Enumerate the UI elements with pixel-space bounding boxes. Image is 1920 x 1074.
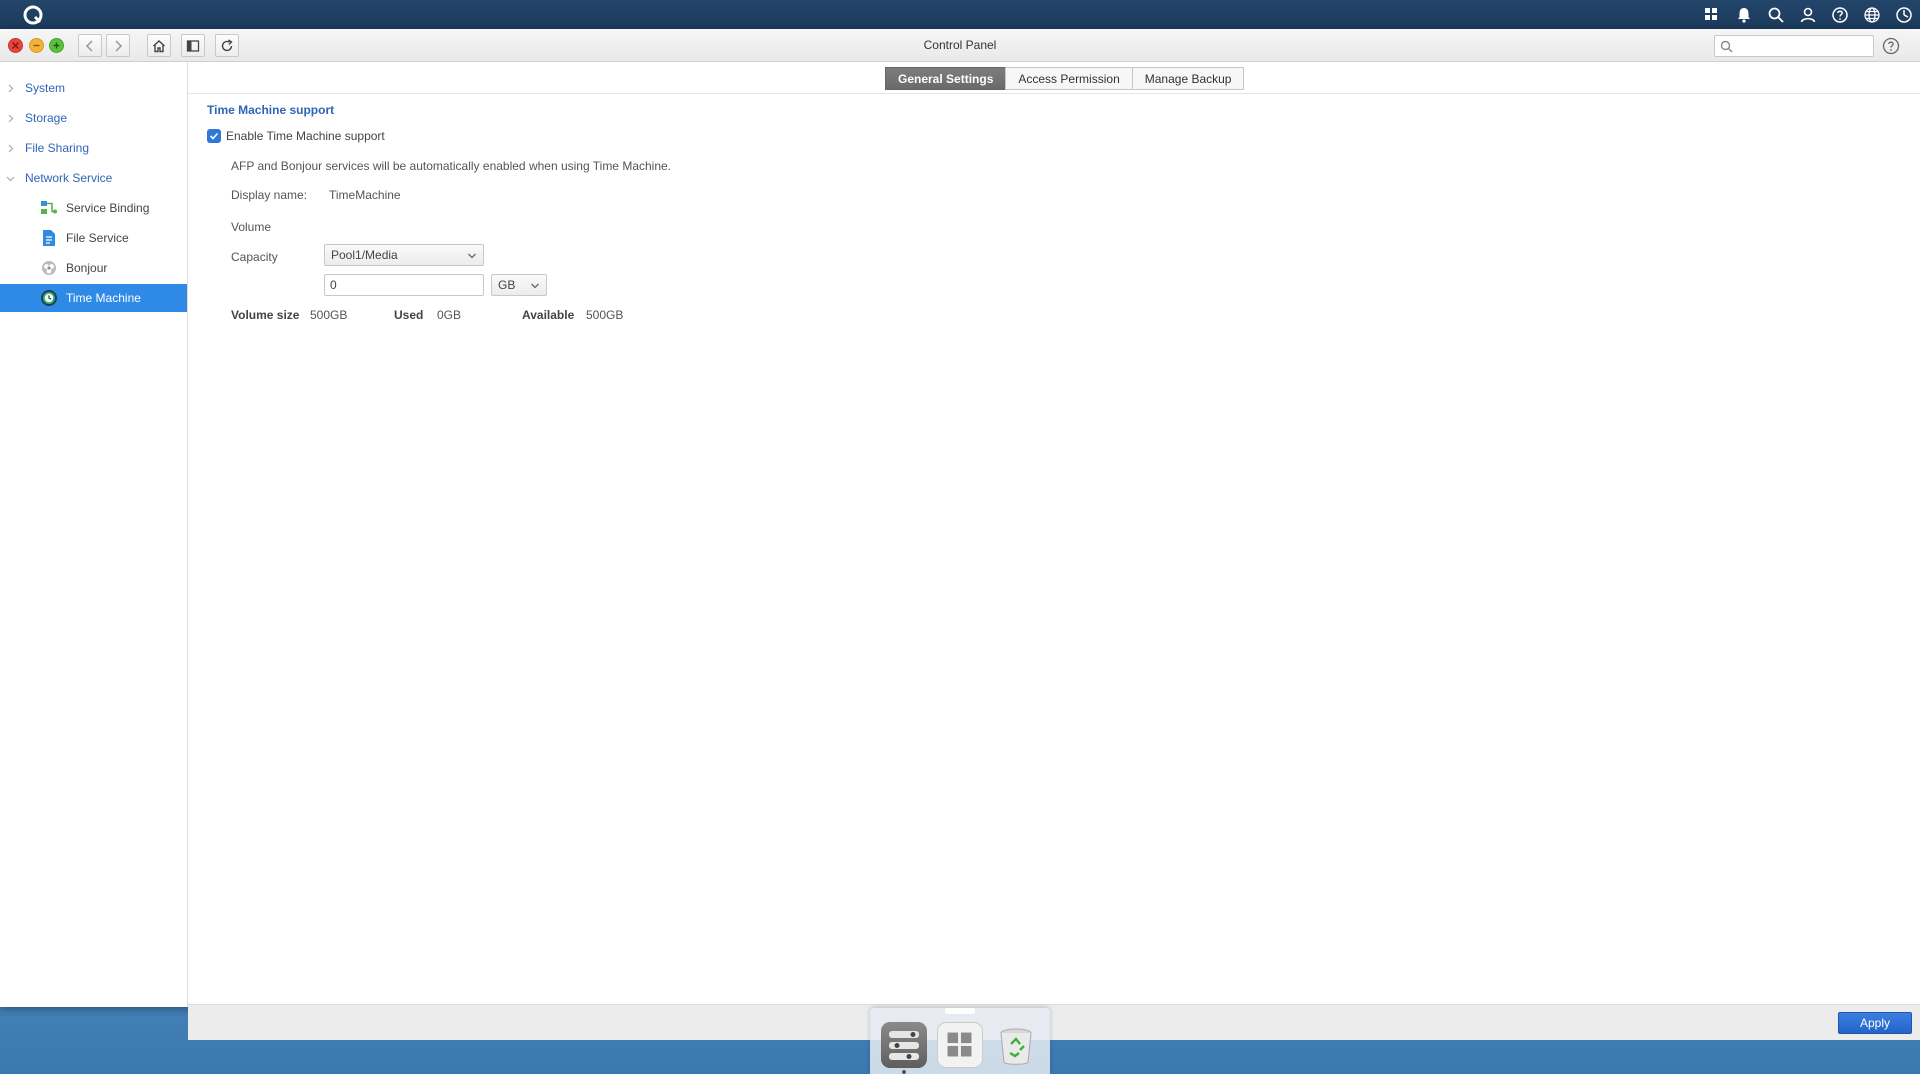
enable-time-machine-label[interactable]: Enable Time Machine support	[226, 129, 385, 143]
minimize-window-button[interactable]	[29, 38, 44, 53]
info-text: AFP and Bonjour services will be automat…	[231, 159, 672, 173]
chevron-right-icon	[8, 144, 14, 152]
capacity-label: Capacity	[231, 250, 278, 264]
sidebar-subitem-file-service[interactable]: File Service	[0, 224, 187, 252]
dock	[870, 1008, 1050, 1074]
tab-access-permission[interactable]: Access Permission	[1005, 67, 1133, 90]
capacity-unit-select[interactable]: GB	[491, 274, 547, 296]
qnap-logo-icon[interactable]	[22, 4, 44, 26]
chevron-down-icon	[468, 253, 476, 259]
refresh-icon	[221, 38, 233, 51]
used-value: 0GB	[437, 308, 462, 322]
sidebar-subitem-label: File Service	[66, 231, 129, 245]
search-icon	[1720, 40, 1733, 53]
recycle-bin-dock-icon[interactable]	[993, 1022, 1039, 1068]
chevron-right-icon	[115, 39, 123, 52]
window-titlebar: Control Panel	[0, 29, 1920, 62]
volume-size-label: Volume size	[231, 308, 300, 322]
close-window-button[interactable]	[8, 38, 23, 53]
volume-select-value: Pool1/Media	[331, 248, 398, 262]
divider	[188, 93, 1920, 94]
forward-button[interactable]	[106, 34, 130, 57]
display-name-label: Display name:	[231, 188, 308, 202]
service-binding-icon	[41, 201, 57, 214]
language-globe-icon[interactable]	[1856, 0, 1888, 29]
control-panel-dock-icon[interactable]	[881, 1022, 927, 1068]
tab-bar: General Settings Access Permission Manag…	[885, 67, 1245, 90]
chevron-down-icon	[6, 176, 15, 181]
window-title: Control Panel	[923, 38, 997, 52]
home-icon	[153, 39, 165, 52]
capacity-unit-value: GB	[498, 278, 516, 292]
search-icon[interactable]	[1760, 0, 1792, 29]
dock-handle[interactable]	[945, 1008, 975, 1014]
enable-time-machine-row: Enable Time Machine support	[207, 129, 385, 143]
sidebar-item-file-sharing[interactable]: File Sharing	[0, 134, 187, 162]
sidebar-item-system[interactable]: System	[0, 74, 187, 102]
sidebar-subitem-bonjour[interactable]: Bonjour	[0, 254, 187, 282]
sidebar-item-storage[interactable]: Storage	[0, 104, 187, 132]
enable-time-machine-checkbox[interactable]	[207, 129, 221, 143]
tab-general-settings[interactable]: General Settings	[885, 67, 1007, 90]
sidebar-item-label: File Sharing	[25, 141, 90, 155]
home-button[interactable]	[147, 34, 171, 57]
system-tray	[1696, 0, 1920, 29]
footer-bar: Apply	[188, 1004, 1920, 1040]
notification-bell-icon[interactable]	[1728, 0, 1760, 29]
search-input[interactable]	[1737, 38, 1869, 54]
sidebar-icon	[186, 39, 200, 52]
sidebar-subitem-service-binding[interactable]: Service Binding	[0, 194, 187, 222]
apply-button[interactable]: Apply	[1838, 1012, 1912, 1034]
control-panel-window: Control Panel System Storage File Sharin…	[0, 29, 1920, 1040]
app-center-dock-icon[interactable]	[937, 1022, 983, 1068]
volume-size-value: 500GB	[310, 308, 348, 322]
sidebar-item-label: System	[25, 81, 66, 95]
available-value: 500GB	[586, 308, 624, 322]
volume-label: Volume	[231, 220, 272, 234]
sidebar-subitem-label: Service Binding	[66, 201, 150, 215]
sidebar-subitem-time-machine[interactable]: Time Machine	[0, 284, 187, 312]
running-indicator	[902, 1070, 906, 1074]
time-machine-icon	[41, 290, 57, 306]
sidebar-subitem-label: Bonjour	[66, 261, 108, 275]
chevron-left-icon	[85, 39, 93, 52]
checkmark-icon	[209, 132, 219, 140]
sidebar-item-label: Network Service	[25, 171, 113, 185]
user-icon[interactable]	[1792, 0, 1824, 29]
chevron-right-icon	[8, 114, 14, 122]
sidebar: System Storage File Sharing Network Serv…	[0, 62, 188, 1007]
resource-monitor-icon[interactable]	[1888, 0, 1920, 29]
apps-grid-icon[interactable]	[1696, 0, 1728, 29]
back-button[interactable]	[78, 34, 102, 57]
capacity-input[interactable]	[324, 274, 484, 296]
system-top-bar	[0, 0, 1920, 29]
toggle-sidebar-button[interactable]	[181, 34, 205, 57]
volume-select[interactable]: Pool1/Media	[324, 244, 484, 266]
used-label: Used	[394, 308, 424, 322]
search-field[interactable]	[1714, 35, 1874, 57]
main-content: General Settings Access Permission Manag…	[188, 62, 1920, 1040]
help-icon[interactable]	[1824, 0, 1856, 29]
sidebar-item-network-service[interactable]: Network Service	[0, 164, 187, 192]
tab-manage-backup[interactable]: Manage Backup	[1131, 67, 1245, 90]
sidebar-subitem-label: Time Machine	[66, 291, 141, 305]
section-title: Time Machine support	[207, 103, 335, 117]
display-name-value: TimeMachine	[329, 188, 401, 202]
chevron-right-icon	[8, 84, 14, 92]
bonjour-icon	[42, 261, 56, 275]
sidebar-item-label: Storage	[25, 111, 68, 125]
file-service-icon	[43, 230, 55, 246]
maximize-window-button[interactable]	[49, 38, 64, 53]
available-label: Available	[522, 308, 575, 322]
refresh-button[interactable]	[215, 34, 239, 57]
help-icon[interactable]	[1882, 37, 1900, 55]
chevron-down-icon	[531, 283, 539, 289]
